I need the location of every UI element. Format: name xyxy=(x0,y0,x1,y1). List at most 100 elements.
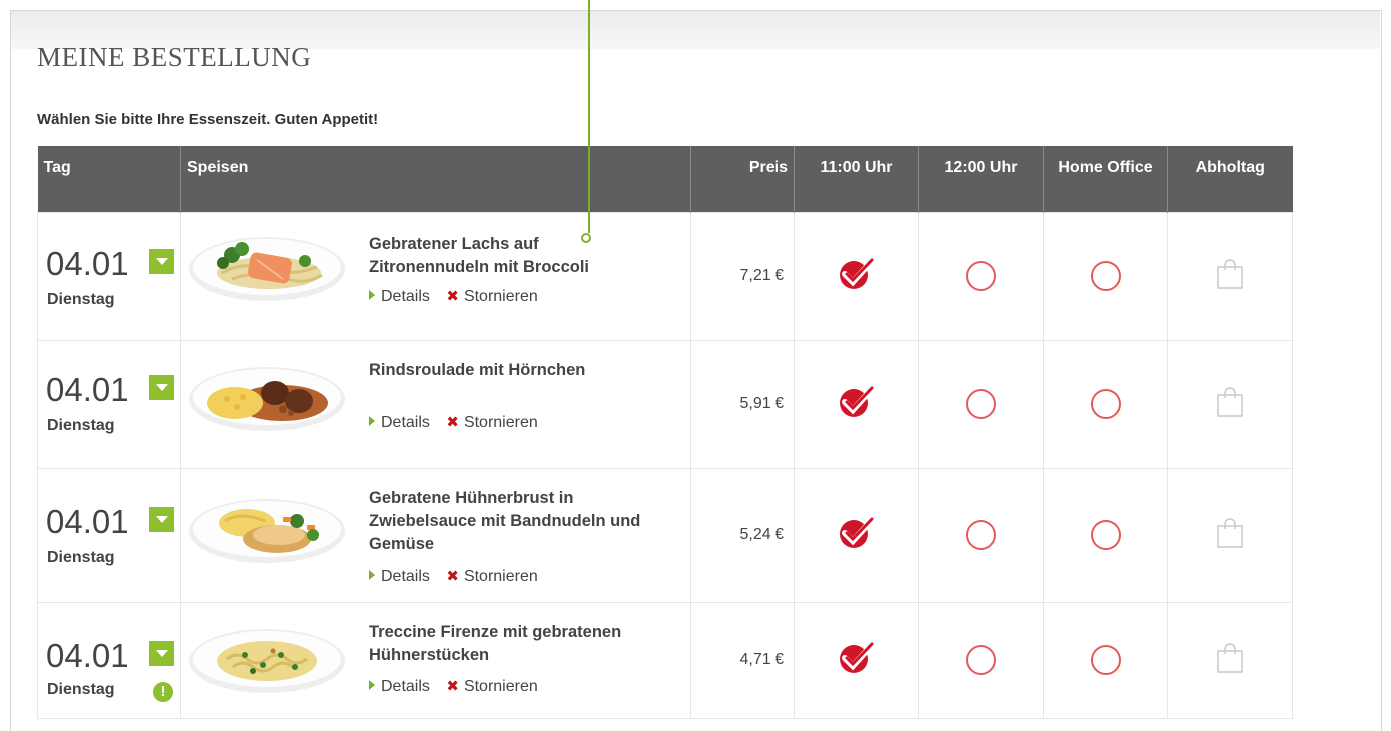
header-speisen: Speisen xyxy=(180,146,691,212)
tag-cell: 04.01 Dienstag xyxy=(37,339,181,469)
details-label: Details xyxy=(381,567,430,585)
price: 4,71 € xyxy=(690,601,795,719)
speise-cell: Gebratener Lachs auf Zitronennudeln mit … xyxy=(180,211,691,341)
details-label: Details xyxy=(381,677,430,695)
cancel-link[interactable]: ✖ Stornieren xyxy=(446,287,537,306)
header-abholtag: Abholtag xyxy=(1167,146,1293,212)
dropdown-toggle-button[interactable] xyxy=(149,248,174,274)
dish-name: Rindsroulade mit Hörnchen xyxy=(369,360,586,379)
price: 7,21 € xyxy=(690,211,795,341)
details-label: Details xyxy=(381,413,430,431)
table-row: 04.01 Dienstag ! Treccine Firenze mit ge… xyxy=(37,601,1293,719)
date: 04.01 xyxy=(46,502,129,540)
details-link[interactable]: Details xyxy=(369,678,430,696)
header-tag: Tag xyxy=(37,146,181,212)
weekday: Dienstag xyxy=(47,548,115,566)
cancel-link[interactable]: ✖ Stornieren xyxy=(446,413,537,432)
home-office-cell xyxy=(1043,339,1168,469)
dish-name: Treccine Firenze mit gebratenen Hühnerst… xyxy=(369,622,622,664)
details-label: Details xyxy=(381,287,430,305)
weekday: Dienstag xyxy=(47,290,115,308)
tag-cell: 04.01 Dienstag xyxy=(37,211,181,341)
caret-right-icon xyxy=(369,569,375,580)
price: 5,91 € xyxy=(690,339,795,469)
slot-1100-cell xyxy=(794,339,919,469)
roulade-plate-image xyxy=(187,363,347,433)
dish-name: Gebratene Hühnerbrust in Zwiebelsauce mi… xyxy=(369,488,641,553)
row-actions: Details ✖ Stornieren xyxy=(369,413,538,432)
checkmark-selected-icon[interactable] xyxy=(839,384,876,424)
dropdown-toggle-button[interactable] xyxy=(149,640,174,666)
slot-1100-cell xyxy=(794,467,919,603)
header-home-office: Home Office xyxy=(1043,146,1168,212)
dropdown-toggle-button[interactable] xyxy=(149,374,174,400)
cancel-link[interactable]: ✖ Stornieren xyxy=(446,677,537,696)
tag-cell: 04.01 Dienstag xyxy=(37,467,181,603)
table-row: 04.01 Dienstag xyxy=(37,211,1293,341)
abholtag-cell xyxy=(1167,339,1293,469)
abholtag-cell xyxy=(1167,467,1293,603)
radio-slot-1200[interactable] xyxy=(966,389,996,419)
cancel-label: Stornieren xyxy=(463,677,538,695)
weekday: Dienstag xyxy=(47,416,115,434)
radio-slot-1200[interactable] xyxy=(966,645,996,675)
callout-line xyxy=(588,0,590,233)
close-icon: ✖ xyxy=(446,413,459,431)
table-row: 04.01 Dienstag Rindsroulade mit Hörnchen… xyxy=(37,339,1293,469)
slot-1200-cell xyxy=(918,339,1044,469)
header-preis: Preis xyxy=(690,146,795,212)
shopping-bag-icon[interactable] xyxy=(1216,386,1244,423)
dropdown-toggle-button[interactable] xyxy=(149,506,174,532)
row-actions: Details ✖ Stornieren xyxy=(369,287,538,306)
speise-cell: Rindsroulade mit Hörnchen Details ✖ Storn… xyxy=(180,339,691,469)
warning-icon[interactable]: ! xyxy=(153,681,173,702)
abholtag-cell xyxy=(1167,211,1293,341)
shopping-bag-icon[interactable] xyxy=(1216,642,1244,679)
table-row: 04.01 Dienstag xyxy=(37,467,1293,603)
dish-name: Gebratener Lachs auf Zitronennudeln mit … xyxy=(369,234,590,276)
checkmark-selected-icon[interactable] xyxy=(839,640,876,680)
cancel-label: Stornieren xyxy=(463,567,538,585)
home-office-cell xyxy=(1043,211,1168,341)
tag-cell: 04.01 Dienstag ! xyxy=(37,601,181,719)
row-actions: Details ✖ Stornieren xyxy=(369,677,538,696)
checkmark-selected-icon[interactable] xyxy=(839,256,876,296)
weekday: Dienstag xyxy=(47,680,115,698)
slot-1200-cell xyxy=(918,601,1044,719)
radio-slot-1200[interactable] xyxy=(966,520,996,550)
close-icon: ✖ xyxy=(446,287,459,305)
abholtag-cell xyxy=(1167,601,1293,719)
shopping-bag-icon[interactable] xyxy=(1216,258,1244,295)
date: 04.01 xyxy=(46,370,129,408)
cancel-label: Stornieren xyxy=(463,413,538,431)
slot-1200-cell xyxy=(918,211,1044,341)
details-link[interactable]: Details xyxy=(369,414,430,432)
details-link[interactable]: Details xyxy=(369,288,430,306)
header-slot-1200: 12:00 Uhr xyxy=(918,146,1044,212)
radio-slot-1200[interactable] xyxy=(966,261,996,291)
order-table: Tag Speisen Preis 11:00 Uhr 12:00 Uhr Ho… xyxy=(37,146,1293,719)
salmon-plate-image xyxy=(187,233,347,303)
slot-1100-cell xyxy=(794,601,919,719)
callout-marker xyxy=(581,233,591,243)
checkmark-selected-icon[interactable] xyxy=(839,515,876,555)
radio-home-office[interactable] xyxy=(1090,389,1121,419)
radio-home-office[interactable] xyxy=(1090,261,1121,291)
home-office-cell xyxy=(1043,601,1168,719)
chicken-plate-image xyxy=(187,495,347,565)
caret-right-icon xyxy=(369,289,375,300)
slot-1100-cell xyxy=(794,211,919,341)
radio-home-office[interactable] xyxy=(1090,520,1121,550)
radio-home-office[interactable] xyxy=(1090,645,1121,675)
close-icon: ✖ xyxy=(446,567,459,585)
slot-1200-cell xyxy=(918,467,1044,603)
home-office-cell xyxy=(1043,467,1168,603)
cancel-link[interactable]: ✖ Stornieren xyxy=(446,567,537,586)
details-link[interactable]: Details xyxy=(369,568,430,586)
date: 04.01 xyxy=(46,244,129,282)
row-actions: Details ✖ Stornieren xyxy=(369,567,538,586)
cancel-label: Stornieren xyxy=(463,287,538,305)
shopping-bag-icon[interactable] xyxy=(1216,517,1244,554)
speise-cell: Gebratene Hühnerbrust in Zwiebelsauce mi… xyxy=(180,467,691,603)
date: 04.01 xyxy=(46,636,129,674)
